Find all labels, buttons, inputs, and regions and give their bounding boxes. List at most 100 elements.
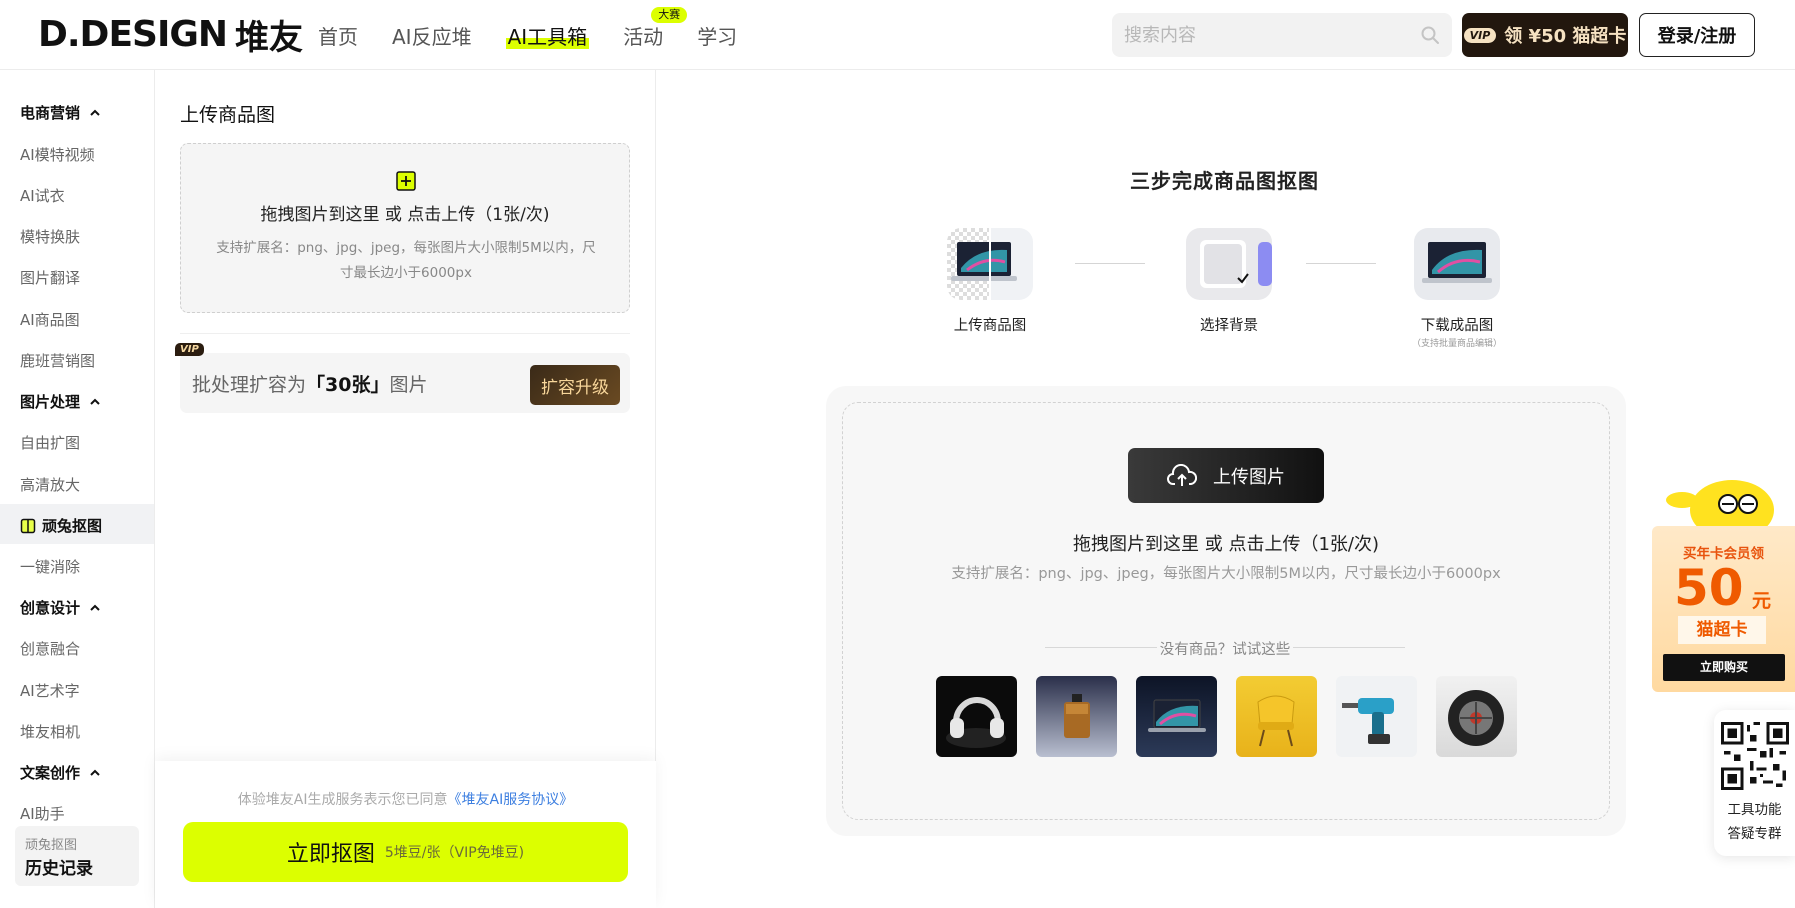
sidebar-group-creative[interactable]: 创意设计 — [20, 597, 102, 618]
upload-main-text: 拖拽图片到这里 或 点击上传（1张/次) — [1073, 534, 1379, 555]
sample-laptop[interactable] — [1136, 676, 1217, 757]
perfume-image — [1064, 694, 1090, 738]
batch-count: 「30张」 — [306, 374, 390, 396]
chair-image — [1257, 695, 1295, 747]
chevron-up-icon — [90, 109, 100, 116]
batch-prefix: 批处理扩容为 — [192, 374, 307, 396]
nav-activity[interactable]: 活动 大赛 — [623, 6, 688, 50]
step-background: 选择背景 — [1186, 228, 1272, 334]
try-samples-row: 没有商品？试试这些 — [1045, 638, 1405, 658]
agreement-link[interactable]: 《堆友AI服务协议》 — [448, 792, 574, 808]
sample-drill[interactable] — [1336, 676, 1417, 757]
nav-learn[interactable]: 学习 — [697, 21, 737, 50]
buy-now-button[interactable]: 立即购买 — [1663, 654, 1785, 681]
start-cutout-cost: 5堆豆/张（VIP免堆豆) — [384, 845, 525, 861]
agreement-text: 体验堆友AI生成服务表示您已同意《堆友AI服务协议》 — [155, 789, 656, 809]
start-cutout-label: 立即抠图 — [286, 842, 375, 867]
sample-perfume[interactable] — [1036, 676, 1117, 757]
sidebar-group-copywriting[interactable]: 文案创作 — [20, 762, 102, 783]
tire-image — [1448, 690, 1504, 746]
search-input[interactable] — [1112, 24, 1402, 46]
divider-right — [1293, 647, 1405, 648]
sample-chair[interactable] — [1236, 676, 1317, 757]
contest-badge: 大赛 — [651, 6, 688, 23]
sidebar-item-label: 顽兔抠图 — [42, 517, 103, 535]
promo-amount: 50 — [1674, 559, 1744, 617]
sample-headphones[interactable] — [936, 676, 1017, 757]
sample-tire[interactable] — [1436, 676, 1517, 757]
batch-suffix: 图片 — [389, 374, 428, 396]
promo-unit: 元 — [1752, 590, 1772, 612]
step-connector — [1075, 263, 1145, 264]
history-card-title: 历史记录 — [25, 859, 93, 879]
headphones-image — [946, 697, 1006, 748]
sidebar-item-model-skin[interactable]: 模特换肤 — [20, 226, 80, 247]
sidebar-group-label: 创意设计 — [20, 599, 81, 617]
sidebar-item-one-click-erase[interactable]: 一键消除 — [20, 556, 80, 577]
promo-card-name: 猫超卡 — [1678, 616, 1766, 644]
panel-title: 上传商品图 — [180, 104, 276, 126]
upload-image-button[interactable]: 上传图片 — [1128, 448, 1324, 503]
step-background-image — [1186, 228, 1272, 300]
steps-title: 三步完成商品图抠图 — [1130, 169, 1319, 193]
nav-ai-reactor[interactable]: AI反应堆 — [392, 21, 472, 50]
step-download: 下载成品图 （支持批量商品编辑） — [1412, 228, 1502, 349]
vip-coupon-button[interactable]: VIP 领 ¥50 猫超卡 — [1462, 13, 1628, 57]
qr-code-icon — [1721, 722, 1789, 790]
site-logo[interactable]: D.DESIGN 堆友 — [38, 14, 303, 58]
chevron-up-icon — [90, 398, 100, 405]
step-upload: 上传商品图 — [947, 228, 1033, 334]
sidebar-item-ai-assistant[interactable]: AI助手 — [20, 803, 65, 824]
laptop-image — [1148, 699, 1206, 732]
sidebar-item-hd-upscale[interactable]: 高清放大 — [20, 474, 80, 495]
promo-card: 买年卡会员领 50 元 猫超卡 立即购买 — [1652, 526, 1795, 692]
batch-text: 批处理扩容为「30张」图片 — [192, 370, 427, 397]
history-card[interactable]: 顽兔抠图 历史记录 — [15, 826, 139, 886]
sidebar-group-label: 文案创作 — [20, 764, 81, 782]
vip-tag: VIP — [175, 343, 204, 356]
sidebar-group-ecommerce[interactable]: 电商营销 — [20, 102, 102, 123]
step-download-image — [1414, 228, 1500, 300]
step-upload-image — [947, 228, 1033, 300]
step-download-sublabel: （支持批量商品编辑） — [1411, 339, 1502, 349]
action-footer: 体验堆友AI生成服务表示您已同意《堆友AI服务协议》 立即抠图 5堆豆/张（VI… — [155, 761, 656, 908]
step-background-label: 选择背景 — [1200, 318, 1258, 334]
sidebar-item-ai-art-text[interactable]: AI艺术字 — [20, 680, 80, 701]
sidebar-item-cutout[interactable]: 顽兔抠图 — [20, 515, 102, 536]
login-button[interactable]: 登录/注册 — [1639, 13, 1755, 57]
sidebar: 电商营销 AI模特视频 AI试衣 模特换肤 图片翻译 AI商品图 鹿班营销图 图… — [0, 70, 155, 908]
batch-upgrade-banner: VIP 批处理扩容为「30张」图片 扩容升级 — [175, 343, 630, 413]
sidebar-item-ai-product-image[interactable]: AI商品图 — [20, 309, 80, 330]
upload-dropzone[interactable]: 拖拽图片到这里 或 点击上传（1张/次) 支持扩展名：png、jpg、jpeg，… — [180, 143, 630, 313]
qr-support-card[interactable]: 工具功能 答疑专群 — [1714, 710, 1795, 856]
vip-chip: VIP — [1463, 27, 1497, 43]
upload-image-label: 上传图片 — [1213, 466, 1285, 488]
vip-coupon-label: 领 ¥50 猫超卡 — [1504, 26, 1627, 47]
sidebar-item-ai-model-video[interactable]: AI模特视频 — [20, 144, 95, 165]
sidebar-group-image-processing[interactable]: 图片处理 — [20, 391, 102, 412]
sidebar-item-free-expand[interactable]: 自由扩图 — [20, 432, 80, 453]
step-connector — [1306, 263, 1376, 264]
qr-label-2: 答疑专群 — [1727, 826, 1782, 842]
sidebar-item-duiyou-camera[interactable]: 堆友相机 — [20, 721, 80, 742]
history-card-sub: 顽兔抠图 — [25, 838, 78, 853]
nav-home[interactable]: 首页 — [318, 21, 358, 50]
laptop-result-icon — [1422, 242, 1492, 283]
search-icon[interactable] — [1420, 25, 1440, 45]
search-box — [1112, 13, 1452, 57]
add-icon — [396, 171, 416, 191]
try-samples-text: 没有商品？试试这些 — [1159, 642, 1291, 658]
sidebar-group-label: 电商营销 — [20, 104, 81, 122]
start-cutout-button[interactable]: 立即抠图 5堆豆/张（VIP免堆豆) — [183, 822, 628, 882]
promo-widget[interactable]: 买年卡会员领 50 元 猫超卡 立即购买 — [1652, 470, 1795, 692]
divider — [180, 333, 630, 334]
step-download-label: 下载成品图 — [1420, 318, 1494, 334]
sidebar-item-creative-fusion[interactable]: 创意融合 — [20, 638, 80, 659]
sidebar-item-luban[interactable]: 鹿班营销图 — [20, 350, 95, 371]
sidebar-item-image-translate[interactable]: 图片翻译 — [20, 267, 80, 288]
chevron-up-icon — [90, 769, 100, 776]
main-nav: 首页 AI反应堆 AI工具箱 活动 大赛 学习 — [318, 6, 771, 52]
sidebar-item-ai-try-on[interactable]: AI试衣 — [20, 185, 65, 206]
nav-ai-toolbox[interactable]: AI工具箱 — [505, 21, 590, 50]
upgrade-button[interactable]: 扩容升级 — [530, 365, 620, 405]
